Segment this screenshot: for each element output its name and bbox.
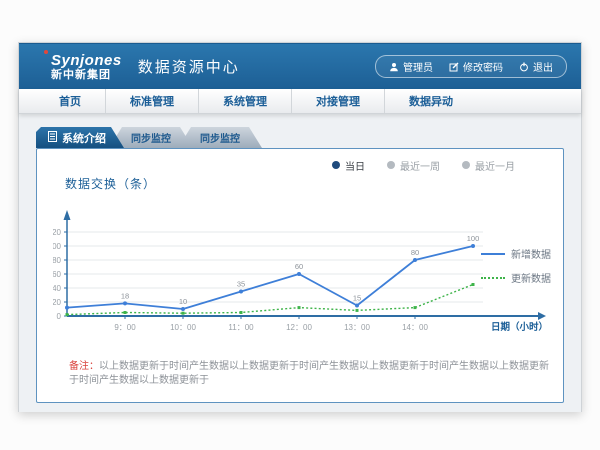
radio-dot — [332, 161, 340, 169]
logout-button[interactable]: 退出 — [519, 59, 553, 74]
footnote-prefix: 备注： — [69, 361, 99, 372]
svg-text:80: 80 — [53, 256, 62, 265]
tab-label: 同步监控 — [131, 130, 171, 145]
svg-text:日期（小时）: 日期（小时） — [491, 321, 548, 333]
logo: Synjones 新中新集团 — [51, 53, 122, 81]
nav-item-system[interactable]: 系统管理 — [199, 89, 292, 113]
svg-text:9：00: 9：00 — [114, 323, 136, 332]
tab-system-intro[interactable]: 系统介绍 — [36, 127, 124, 148]
change-password-button[interactable]: 修改密码 — [449, 59, 503, 74]
logo-accent-dot — [44, 50, 48, 54]
svg-text:14：00: 14：00 — [402, 323, 428, 332]
svg-text:100: 100 — [53, 242, 62, 251]
radio-label: 最近一周 — [400, 158, 440, 173]
svg-text:10：00: 10：00 — [170, 323, 196, 332]
power-icon — [519, 62, 529, 72]
chart-area: 0 20 40 60 80 100 120 9：00 10：00 11：00 12：00 13：00 1… — [53, 194, 551, 344]
document-icon — [48, 131, 57, 145]
nav-item-home[interactable]: 首页 — [35, 89, 106, 113]
app-header: Synjones 新中新集团 数据资源中心 管理员 修改密码 退出 — [19, 43, 581, 89]
nav-item-data-changes[interactable]: 数据异动 — [385, 89, 477, 113]
legend-label: 更新数据 — [511, 270, 551, 285]
dotted-line-swatch — [481, 277, 505, 279]
radio-today[interactable]: 当日 — [332, 158, 365, 173]
legend-item-new-data: 新增数据 — [481, 246, 551, 261]
content-area: 系统介绍 同步监控 同步监控 当日 最近一周 — [19, 114, 581, 412]
user-icon — [389, 62, 399, 72]
radio-dot — [462, 161, 470, 169]
svg-text:11：00: 11：00 — [228, 323, 254, 332]
time-range-group: 当日 最近一周 最近一月 — [49, 157, 551, 173]
chart-y-axis-title: 数据交换（条） — [65, 175, 551, 192]
footnote: 备注：以上数据更新于时间产生数据以上数据更新于时间产生数据以上数据更新于时间产生… — [69, 360, 551, 388]
logo-text-en: Synjones — [51, 53, 122, 68]
svg-text:100: 100 — [467, 234, 480, 243]
app-window: Synjones 新中新集团 数据资源中心 管理员 修改密码 退出 — [18, 42, 582, 412]
svg-text:35: 35 — [237, 280, 245, 289]
radio-last-month[interactable]: 最近一月 — [462, 158, 515, 173]
svg-text:60: 60 — [53, 270, 62, 279]
edit-icon — [449, 62, 459, 72]
solid-line-swatch — [481, 253, 505, 255]
legend-item-updated-data: 更新数据 — [481, 270, 551, 285]
svg-text:10: 10 — [179, 297, 187, 306]
svg-text:80: 80 — [411, 248, 419, 257]
svg-text:60: 60 — [295, 262, 303, 271]
radio-dot — [387, 161, 395, 169]
svg-text:20: 20 — [53, 298, 62, 307]
tab-label: 系统介绍 — [62, 130, 106, 146]
radio-last-week[interactable]: 最近一周 — [387, 158, 440, 173]
radio-label: 当日 — [345, 158, 365, 173]
svg-text:120: 120 — [53, 228, 62, 237]
legend-label: 新增数据 — [511, 246, 551, 261]
logout-label: 退出 — [533, 59, 553, 74]
chart-panel: 当日 最近一周 最近一月 数据交换（条） 0 20 40 60 80 100 120 9：00… — [36, 148, 564, 403]
tab-bar: 系统介绍 同步监控 同步监控 — [36, 127, 581, 148]
nav-item-standards[interactable]: 标准管理 — [106, 89, 199, 113]
app-title: 数据资源中心 — [138, 56, 240, 77]
svg-text:12：00: 12：00 — [286, 323, 312, 332]
user-label: 管理员 — [403, 59, 433, 74]
tab-label: 同步监控 — [200, 130, 240, 145]
svg-text:13：00: 13：00 — [344, 323, 370, 332]
svg-text:0: 0 — [57, 312, 62, 321]
svg-text:18: 18 — [121, 291, 129, 300]
nav-item-integration[interactable]: 对接管理 — [292, 89, 385, 113]
main-nav: 首页 标准管理 系统管理 对接管理 数据异动 — [19, 89, 581, 114]
user-toolbar: 管理员 修改密码 退出 — [375, 55, 567, 78]
user-menu[interactable]: 管理员 — [389, 59, 433, 74]
radio-label: 最近一月 — [475, 158, 515, 173]
svg-text:40: 40 — [53, 284, 62, 293]
svg-text:15: 15 — [353, 294, 361, 303]
footnote-text: 以上数据更新于时间产生数据以上数据更新于时间产生数据以上数据更新于时间产生数据以… — [69, 361, 549, 386]
change-password-label: 修改密码 — [463, 59, 503, 74]
logo-text-cn: 新中新集团 — [51, 70, 122, 81]
chart-legend: 新增数据 更新数据 — [481, 246, 551, 285]
